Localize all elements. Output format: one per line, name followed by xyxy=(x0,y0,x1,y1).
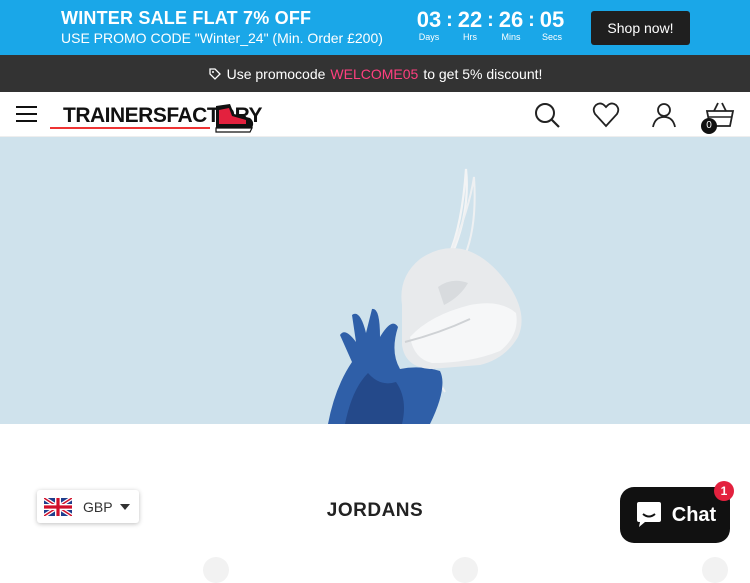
countdown-secs-label: Secs xyxy=(541,32,562,42)
countdown-timer: 03 Days : 22 Hrs : 26 Mins : 05 Secs xyxy=(412,9,569,43)
countdown-mins-label: Mins xyxy=(501,32,521,42)
countdown-mins: 26 Mins xyxy=(494,9,528,43)
promo-notice-bar: Use promocode WELCOME05 to get 5% discou… xyxy=(0,55,750,92)
notice-prefix: Use promocode xyxy=(226,65,326,82)
countdown-hours-value: 22 xyxy=(457,7,483,32)
countdown-secs-value: 05 xyxy=(539,7,565,32)
notice-suffix: to get 5% discount! xyxy=(423,65,543,82)
chat-label: Chat xyxy=(671,503,717,526)
chat-notification-badge: 1 xyxy=(714,481,734,501)
countdown-separator: : xyxy=(528,9,535,31)
countdown-hours: 22 Hrs xyxy=(453,9,487,43)
promo-subtitle: USE PROMO CODE "Winter_24" (Min. Order £… xyxy=(61,30,383,46)
hero-banner[interactable] xyxy=(0,137,750,424)
search-icon[interactable] xyxy=(532,100,562,130)
chat-bubble-icon xyxy=(636,502,661,527)
carousel-arrow[interactable] xyxy=(702,557,728,583)
chat-button[interactable]: Chat xyxy=(620,487,730,543)
currency-selector[interactable]: GBP xyxy=(37,490,139,523)
sneaker-logo-icon xyxy=(215,104,254,133)
site-logo[interactable]: TRAINERSFACTORY xyxy=(50,98,263,134)
shop-now-button[interactable]: Shop now! xyxy=(591,11,690,45)
site-header: TRAINERSFACTORY xyxy=(0,92,750,137)
countdown-separator: : xyxy=(446,9,453,31)
promo-banner: WINTER SALE FLAT 7% OFF USE PROMO CODE "… xyxy=(0,0,750,55)
chevron-down-icon xyxy=(119,503,130,510)
menu-icon[interactable] xyxy=(16,106,37,123)
cart-count-badge: 0 xyxy=(701,118,717,134)
tag-icon xyxy=(208,67,221,80)
countdown-secs: 05 Secs xyxy=(535,9,569,43)
carousel-arrow[interactable] xyxy=(452,557,478,583)
hero-sneaker-image xyxy=(328,168,522,424)
uk-flag-icon xyxy=(44,497,72,516)
user-icon[interactable] xyxy=(649,100,679,130)
promo-title: WINTER SALE FLAT 7% OFF xyxy=(61,8,312,28)
countdown-days: 03 Days xyxy=(412,9,446,43)
countdown-hours-label: Hrs xyxy=(463,32,477,42)
countdown-days-value: 03 xyxy=(416,7,442,32)
currency-code: GBP xyxy=(83,498,113,515)
countdown-days-label: Days xyxy=(418,32,440,42)
carousel-arrow[interactable] xyxy=(203,557,229,583)
countdown-separator: : xyxy=(487,9,494,31)
heart-icon[interactable] xyxy=(591,100,621,130)
countdown-mins-value: 26 xyxy=(498,7,524,32)
notice-promo-code: WELCOME05 xyxy=(330,65,419,82)
